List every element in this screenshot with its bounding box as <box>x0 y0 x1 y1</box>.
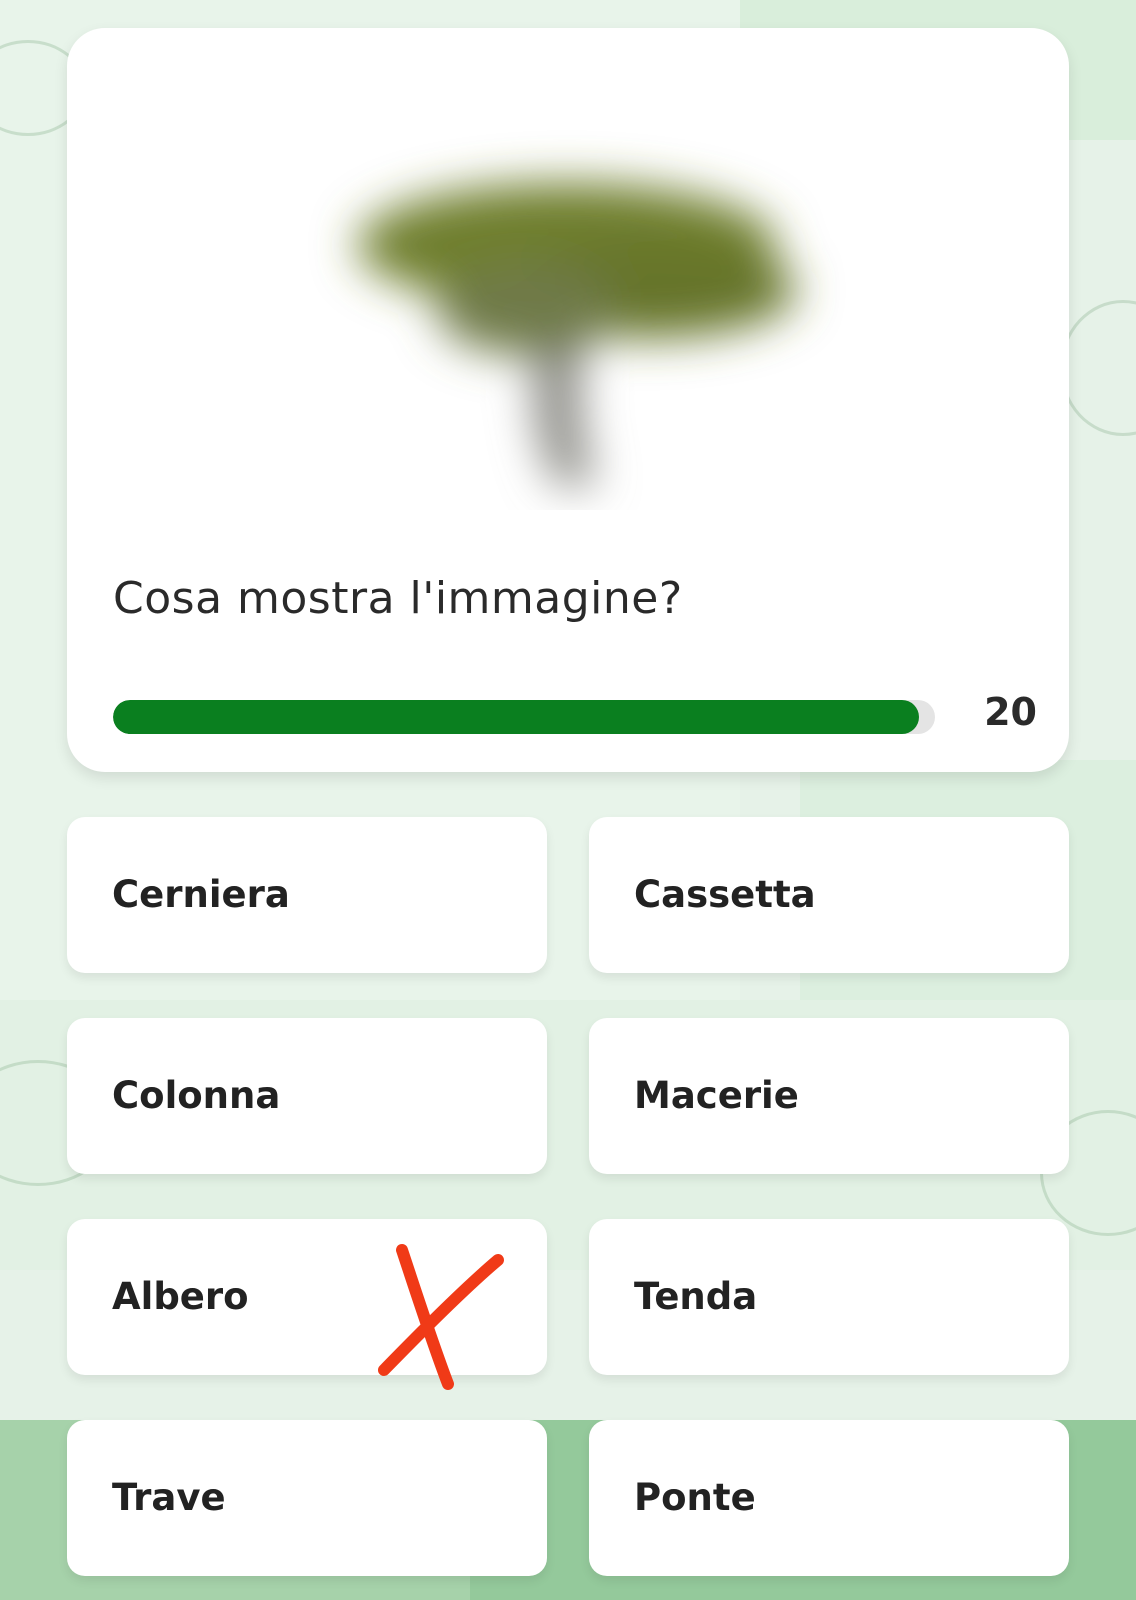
answer-button-5[interactable]: Albero <box>67 1219 547 1375</box>
answer-label: Albero <box>112 1275 249 1318</box>
question-card: Cosa mostra l'immagine? 20 <box>67 28 1069 772</box>
question-text: Cosa mostra l'immagine? <box>113 573 683 624</box>
answer-label: Macerie <box>634 1074 799 1117</box>
answer-button-2[interactable]: Cassetta <box>589 817 1069 973</box>
timer-count: 20 <box>984 690 1037 734</box>
answer-button-4[interactable]: Macerie <box>589 1018 1069 1174</box>
answer-button-7[interactable]: Trave <box>67 1420 547 1576</box>
answer-button-3[interactable]: Colonna <box>67 1018 547 1174</box>
answer-label: Cerniera <box>112 873 290 916</box>
quiz-image <box>227 80 867 510</box>
answer-label: Trave <box>112 1476 226 1519</box>
answer-button-8[interactable]: Ponte <box>589 1420 1069 1576</box>
answer-label: Colonna <box>112 1074 281 1117</box>
answer-button-6[interactable]: Tenda <box>589 1219 1069 1375</box>
timer-progress-fill <box>113 700 919 734</box>
timer-progress-bar <box>113 700 935 734</box>
answer-button-1[interactable]: Cerniera <box>67 817 547 973</box>
answer-label: Tenda <box>634 1275 758 1318</box>
answer-label: Ponte <box>634 1476 756 1519</box>
answer-label: Cassetta <box>634 873 816 916</box>
